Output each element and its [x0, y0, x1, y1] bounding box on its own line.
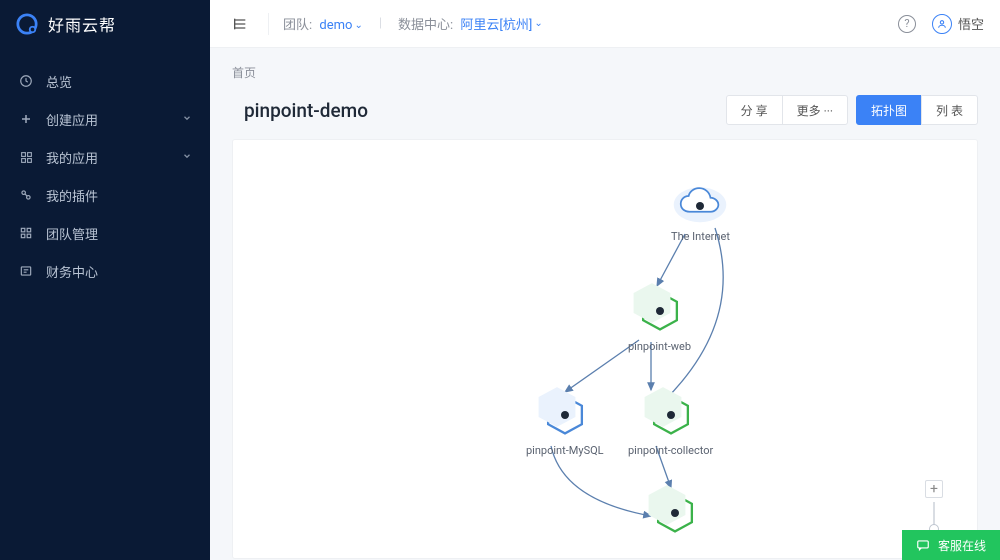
topology-node-next[interactable] [652, 490, 698, 536]
chat-icon [916, 538, 930, 552]
topology-node-mysql[interactable]: pinpoint-MySQL [526, 392, 604, 457]
topology-view-button[interactable]: 拓扑图 [856, 95, 922, 125]
team-value: demo⌄ [319, 18, 362, 33]
nav: 总览 创建应用 我的应用 我的插件 团队管理 财务中心 [0, 48, 210, 290]
sidebar-item-create-app[interactable]: 创建应用 [0, 100, 210, 138]
sidebar-item-plugins[interactable]: 我的插件 [0, 176, 210, 214]
title-actions: 分 享 更多 ··· 拓扑图 列 表 [726, 95, 978, 125]
page-title: pinpoint-demo [244, 99, 368, 122]
sidebar-item-label: 我的插件 [46, 186, 192, 205]
menu-collapse-icon [232, 16, 248, 32]
sidebar-item-my-apps[interactable]: 我的应用 [0, 138, 210, 176]
brand-name: 好雨云帮 [48, 12, 116, 36]
collapse-sidebar-button[interactable] [226, 10, 254, 38]
content: 首页 pinpoint-demo 分 享 更多 ··· 拓扑图 列 表 [210, 48, 1000, 560]
sidebar-item-label: 总览 [46, 72, 192, 91]
chevron-down-icon [182, 112, 192, 127]
hexagon-icon [648, 392, 694, 438]
share-button[interactable]: 分 享 [726, 95, 783, 125]
topbar: 团队: demo⌄ | 数据中心: 阿里云[杭州]⌄ ? 悟空 [210, 0, 1000, 48]
node-label: pinpoint-collector [628, 444, 713, 457]
topology-edges [233, 140, 977, 558]
node-label: pinpoint-MySQL [526, 444, 604, 457]
team-selector[interactable]: 团队: demo⌄ [283, 14, 363, 33]
node-label: The Internet [671, 230, 730, 243]
finance-icon [18, 264, 34, 278]
user-menu[interactable]: 悟空 [932, 14, 984, 34]
hexagon-icon [637, 288, 683, 334]
support-button[interactable]: 客服在线 [902, 530, 1000, 560]
chevron-down-icon: ⌄ [534, 18, 542, 29]
avatar-icon [932, 14, 952, 34]
list-view-button[interactable]: 列 表 [921, 95, 978, 125]
plus-icon [18, 113, 34, 125]
topology-canvas[interactable]: The Internet pinpoint-web pinpoint-MySQL [232, 139, 978, 559]
more-button[interactable]: 更多 ··· [782, 95, 848, 125]
region-value: 阿里云[杭州]⌄ [460, 14, 542, 33]
sidebar-item-overview[interactable]: 总览 [0, 62, 210, 100]
sidebar-item-finance[interactable]: 财务中心 [0, 252, 210, 290]
topology-node-collector[interactable]: pinpoint-collector [628, 392, 713, 457]
sidebar-item-label: 我的应用 [46, 148, 182, 167]
region-selector[interactable]: 数据中心: 阿里云[杭州]⌄ [398, 14, 543, 33]
sidebar-item-label: 创建应用 [46, 110, 182, 129]
team-label: 团队: [283, 18, 312, 33]
hexagon-icon [652, 490, 698, 536]
chevron-down-icon: ⌄ [354, 20, 362, 31]
grid-icon [18, 151, 34, 164]
sidebar-item-label: 财务中心 [46, 262, 192, 281]
breadcrumb[interactable]: 首页 [232, 64, 978, 81]
logo[interactable]: 好雨云帮 [0, 0, 210, 48]
help-button[interactable]: ? [898, 15, 916, 33]
cloud-icon [672, 182, 728, 224]
separator [268, 13, 269, 35]
chevron-down-icon [182, 150, 192, 165]
hexagon-icon [542, 392, 588, 438]
plugin-icon [18, 188, 34, 202]
region-label: 数据中心: [398, 18, 453, 33]
topology-node-web[interactable]: pinpoint-web [628, 288, 691, 353]
sidebar-item-team[interactable]: 团队管理 [0, 214, 210, 252]
sidebar-item-label: 团队管理 [46, 224, 192, 243]
overview-icon [18, 74, 34, 88]
title-row: pinpoint-demo 分 享 更多 ··· 拓扑图 列 表 [232, 95, 978, 125]
topology-node-internet[interactable]: The Internet [671, 182, 730, 243]
support-label: 客服在线 [938, 537, 986, 554]
sidebar: 好雨云帮 总览 创建应用 我的应用 我的插件 团队管理 财务中心 [0, 0, 210, 560]
team-icon [18, 226, 34, 240]
separator: | [379, 16, 382, 31]
user-name: 悟空 [958, 14, 984, 33]
zoom-in-button[interactable]: + [925, 480, 943, 498]
node-label: pinpoint-web [628, 340, 691, 353]
logo-icon [16, 13, 38, 35]
